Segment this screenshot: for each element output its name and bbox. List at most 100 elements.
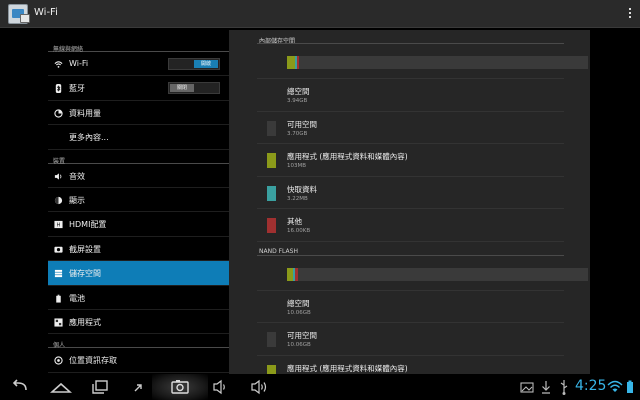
internal-usage-bar <box>287 56 588 69</box>
usage-segment <box>296 56 300 69</box>
settings-item-hdmi[interactable]: H HDMI配置 <box>48 212 229 237</box>
volume-down-icon[interactable] <box>212 378 230 396</box>
nand-row-total[interactable]: 總空間 10.06GB <box>257 291 564 323</box>
volume-icon <box>54 172 62 180</box>
overflow-menu-icon[interactable] <box>628 8 632 20</box>
volume-up-icon[interactable] <box>250 378 270 396</box>
storage-row-cache[interactable]: 快取資料 3.22MB <box>257 177 564 209</box>
wifi-signal-icon <box>607 380 623 392</box>
section-header-device: 裝置 <box>48 150 229 165</box>
settings-item-storage[interactable]: 儲存空間 <box>48 261 229 286</box>
hdmi-icon: H <box>54 221 63 229</box>
toggle-on-label: 開啟 <box>194 60 218 68</box>
battery-icon <box>56 294 61 303</box>
download-icon <box>542 381 550 394</box>
section-header-wireless: 無線與網絡 <box>48 38 229 53</box>
display-icon <box>54 196 63 205</box>
settings-list: 無線與網絡 Wi-Fi 開啟 藍牙 關閉 資料用量 更多內容... 裝置 音效 … <box>48 38 229 374</box>
settings-item-sound[interactable]: 音效 <box>48 164 229 188</box>
storage-detail-panel: 內部儲存空間 總空間 3.94GB 可用空間 3.70GB 應用程式 (應用程式… <box>229 30 590 388</box>
storage-row-name: 應用程式 (應用程式資料和媒體內容) <box>287 363 408 373</box>
page-title: Wi-Fi <box>34 7 58 18</box>
home-icon[interactable] <box>50 378 72 396</box>
nand-row-available[interactable]: 可用空間 10.06GB <box>257 323 564 356</box>
settings-item-location[interactable]: 位置資訊存取 <box>48 348 229 373</box>
settings-item-label: 應用程式 <box>69 317 101 327</box>
action-bar: Wi-Fi <box>0 0 640 28</box>
bluetooth-icon <box>55 84 62 94</box>
storage-row-name: 應用程式 (應用程式資料和媒體內容) <box>287 152 408 161</box>
storage-row-total[interactable]: 總空間 3.94GB <box>257 79 564 112</box>
settings-item-label: 顯示 <box>69 195 85 205</box>
settings-item-more[interactable]: 更多內容... <box>48 125 229 150</box>
settings-item-label: 更多內容... <box>69 133 109 143</box>
settings-item-label: 位置資訊存取 <box>69 356 117 366</box>
storage-row-name: 快取資料 <box>287 184 317 194</box>
settings-item-label: HDMI配置 <box>69 220 107 230</box>
system-navigation-bar: 4:25 <box>0 374 640 400</box>
storage-row-available[interactable]: 可用空間 3.70GB <box>257 112 564 144</box>
storage-row-size: 103MB <box>287 163 307 169</box>
settings-item-label: Wi-Fi <box>69 59 89 68</box>
storage-row-other[interactable]: 其他 16.00KB <box>257 209 564 242</box>
available-swatch <box>267 332 276 347</box>
screenshot-icon <box>54 246 63 253</box>
storage-row-name: 總空間 <box>287 298 310 308</box>
settings-item-battery[interactable]: 電池 <box>48 286 229 310</box>
settings-item-label: 資料用量 <box>69 108 101 118</box>
usage-segment <box>295 267 298 281</box>
section-header-personal: 個人 <box>48 334 229 349</box>
usage-segment <box>287 56 295 69</box>
apps-icon <box>54 318 63 327</box>
data-usage-icon <box>54 109 63 118</box>
gallery-notification-icon <box>520 382 534 393</box>
bluetooth-toggle[interactable]: 關閉 <box>168 82 220 95</box>
storage-row-apps[interactable]: 應用程式 (應用程式資料和媒體內容) 103MB <box>257 144 564 177</box>
other-swatch <box>267 218 276 233</box>
settings-item-display[interactable]: 顯示 <box>48 188 229 213</box>
usb-icon <box>560 380 568 395</box>
nand-flash-title: NAND FLASH <box>259 247 298 255</box>
storage-row-name: 可用空間 <box>287 331 317 340</box>
settings-item-label: 儲存空間 <box>69 269 101 279</box>
status-clock: 4:25 <box>575 378 607 394</box>
storage-row-size: 16.00KB <box>287 228 311 234</box>
storage-row-name: 總空間 <box>287 87 310 96</box>
cache-swatch <box>267 185 276 201</box>
toggle-off-label: 關閉 <box>170 84 194 93</box>
storage-row-size: 10.06GB <box>287 309 311 316</box>
svg-text:H: H <box>57 223 61 229</box>
settings-item-label: 藍牙 <box>69 84 85 94</box>
settings-item-apps[interactable]: 應用程式 <box>48 310 229 335</box>
back-icon[interactable] <box>10 378 30 396</box>
wifi-settings-app-icon[interactable] <box>8 4 30 24</box>
battery-status-icon <box>627 380 633 393</box>
collapse-icon[interactable] <box>132 378 146 396</box>
recent-apps-icon[interactable] <box>90 378 110 396</box>
storage-row-size: 10.06GB <box>287 342 311 348</box>
internal-storage-header: 內部儲存空間 <box>229 30 590 45</box>
screenshot-button-icon[interactable] <box>170 378 190 396</box>
settings-item-data-usage[interactable]: 資料用量 <box>48 101 229 126</box>
storage-row-size: 3.22MB <box>287 195 308 202</box>
apps-swatch <box>267 153 276 168</box>
settings-item-bluetooth[interactable]: 藍牙 關閉 <box>48 76 229 101</box>
nand-usage-row <box>257 256 588 291</box>
wifi-toggle[interactable]: 開啟 <box>168 58 220 70</box>
settings-item-label: 截屏設置 <box>69 244 101 254</box>
storage-icon <box>54 270 63 278</box>
settings-item-wifi[interactable]: Wi-Fi 開啟 <box>48 52 229 77</box>
storage-row-size: 3.94GB <box>287 98 308 104</box>
available-swatch <box>267 120 276 136</box>
settings-item-label: 電池 <box>69 293 85 303</box>
storage-row-name: 其他 <box>287 217 302 226</box>
nand-usage-bar <box>287 267 588 281</box>
nand-flash-header: NAND FLASH <box>229 242 590 256</box>
internal-usage-row <box>257 44 588 79</box>
settings-item-label: 音效 <box>69 171 85 181</box>
settings-item-screenshot[interactable]: 截屏設置 <box>48 237 229 262</box>
storage-row-name: 可用空間 <box>287 119 317 129</box>
wifi-icon <box>54 61 63 68</box>
storage-row-size: 3.70GB <box>287 130 308 137</box>
location-icon <box>54 356 63 365</box>
